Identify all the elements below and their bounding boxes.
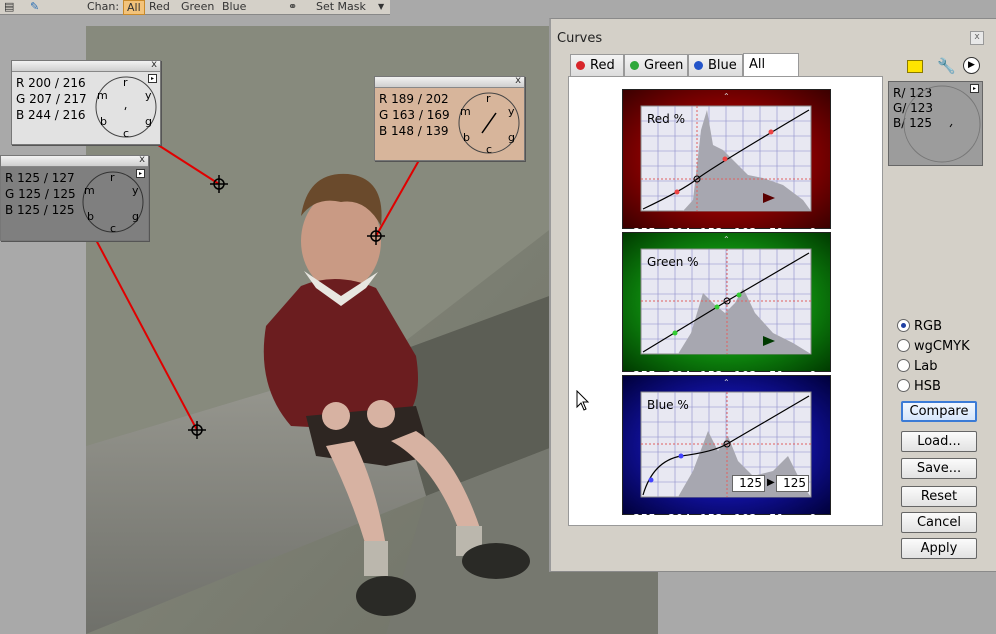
color-sampler-3[interactable]: x ▸ R 125 / 127 G 125 / 125 B 125 / 125 … — [0, 154, 149, 241]
svg-text:c: c — [110, 222, 116, 235]
svg-text:b: b — [463, 131, 470, 144]
sampler-3-red: R 125 / 127 — [5, 171, 75, 185]
dial-r-label: r — [123, 76, 128, 89]
sampler-1-blue: B 244 / 216 — [16, 108, 86, 122]
radio-dot[interactable] — [897, 359, 910, 372]
blue-curve-graph[interactable]: ⌃ Blue % 125 ▶ 125 255 204 153 102 51 0 — [622, 375, 831, 526]
sampler-1-red: R 200 / 216 — [16, 76, 86, 90]
output-value-field[interactable]: 125 — [776, 475, 809, 492]
compare-button[interactable]: Compare — [901, 401, 977, 422]
color-wheel-dial: r y g c b m — [458, 92, 520, 156]
blue-dot-icon — [694, 61, 703, 70]
close-icon[interactable]: x — [151, 59, 157, 70]
svg-text:⌃: ⌃ — [723, 378, 730, 387]
svg-text:y: y — [508, 105, 515, 118]
dial-m-label: m — [97, 89, 108, 102]
color-wheel-dial: r y g c b m — [82, 171, 144, 235]
tab-green[interactable]: Green — [624, 54, 688, 76]
svg-text:b: b — [87, 210, 94, 223]
save-button[interactable]: Save... — [901, 458, 977, 479]
color-sampler-1[interactable]: x ▸ R 200 / 216 G 207 / 217 B 244 / 216 … — [11, 59, 161, 145]
sampler-3-green: G 125 / 125 — [5, 187, 76, 201]
sampler-1-green: G 207 / 217 — [16, 92, 87, 106]
svg-text:m: m — [460, 105, 471, 118]
green-percent-label: Green % — [647, 255, 699, 269]
apply-button[interactable]: Apply — [901, 538, 977, 559]
cursor-icon — [576, 390, 590, 411]
input-value-field[interactable]: 125 — [732, 475, 765, 492]
red-curve-graph[interactable]: ⌃ Red % 255204153102510 — [622, 89, 831, 240]
svg-text:m: m — [84, 184, 95, 197]
radio-dot[interactable] — [897, 339, 910, 352]
svg-text:r: r — [486, 92, 491, 105]
tab-red[interactable]: Red — [570, 54, 624, 76]
sampler-2-blue: B 148 / 139 — [379, 124, 449, 138]
tab-blue[interactable]: Blue — [688, 54, 743, 76]
svg-text:g: g — [508, 131, 515, 144]
dialog-title: Curves — [557, 31, 603, 46]
radio-wgcmyk[interactable]: wgCMYK — [897, 339, 970, 354]
svg-text:y: y — [132, 184, 139, 197]
green-curve-graph[interactable]: ⌃ Green % 255204153102510 — [622, 232, 831, 383]
svg-text:g: g — [132, 210, 139, 223]
arrow-right-icon: ▶ — [767, 477, 775, 488]
sampler-3-blue: B 125 / 125 — [5, 203, 75, 217]
radio-hsb[interactable]: HSB — [897, 379, 941, 394]
close-icon[interactable]: x — [970, 31, 984, 45]
green-dot-icon — [630, 61, 639, 70]
color-preview: ▸ R/ 123 G/ 123 B/ 125 — [888, 81, 983, 166]
svg-text:r: r — [110, 171, 115, 184]
blue-percent-label: Blue % — [647, 398, 689, 412]
reset-button[interactable]: Reset — [901, 486, 977, 507]
radio-lab[interactable]: Lab — [897, 359, 937, 374]
color-sampler-2[interactable]: x R 189 / 202 G 163 / 169 B 148 / 139 r … — [374, 75, 525, 161]
radio-rgb[interactable]: RGB — [897, 319, 942, 334]
close-icon[interactable]: x — [139, 154, 145, 165]
svg-text:c: c — [486, 143, 492, 156]
sampler-2-red: R 189 / 202 — [379, 92, 449, 106]
sticky-note-icon[interactable] — [907, 60, 923, 73]
dial-g-label: g — [145, 115, 152, 128]
color-wheel-dial: r y g c b m — [95, 76, 157, 140]
wrench-icon[interactable]: 🔧 — [937, 57, 956, 75]
red-dot-icon — [576, 61, 585, 70]
dial-b-label: b — [100, 115, 107, 128]
close-icon[interactable]: x — [515, 75, 521, 86]
dial-y-label: y — [145, 89, 152, 102]
red-percent-label: Red % — [647, 112, 686, 126]
cancel-button[interactable]: Cancel — [901, 512, 977, 533]
tab-all[interactable]: All — [743, 53, 799, 77]
radio-dot[interactable] — [897, 379, 910, 392]
radio-dot[interactable] — [897, 319, 910, 332]
load-button[interactable]: Load... — [901, 431, 977, 452]
dial-c-label: c — [123, 127, 129, 140]
svg-text:⌃: ⌃ — [723, 235, 730, 244]
svg-text:⌃: ⌃ — [723, 92, 730, 101]
sampler-2-green: G 163 / 169 — [379, 108, 450, 122]
play-icon[interactable]: ▶ — [963, 57, 980, 74]
